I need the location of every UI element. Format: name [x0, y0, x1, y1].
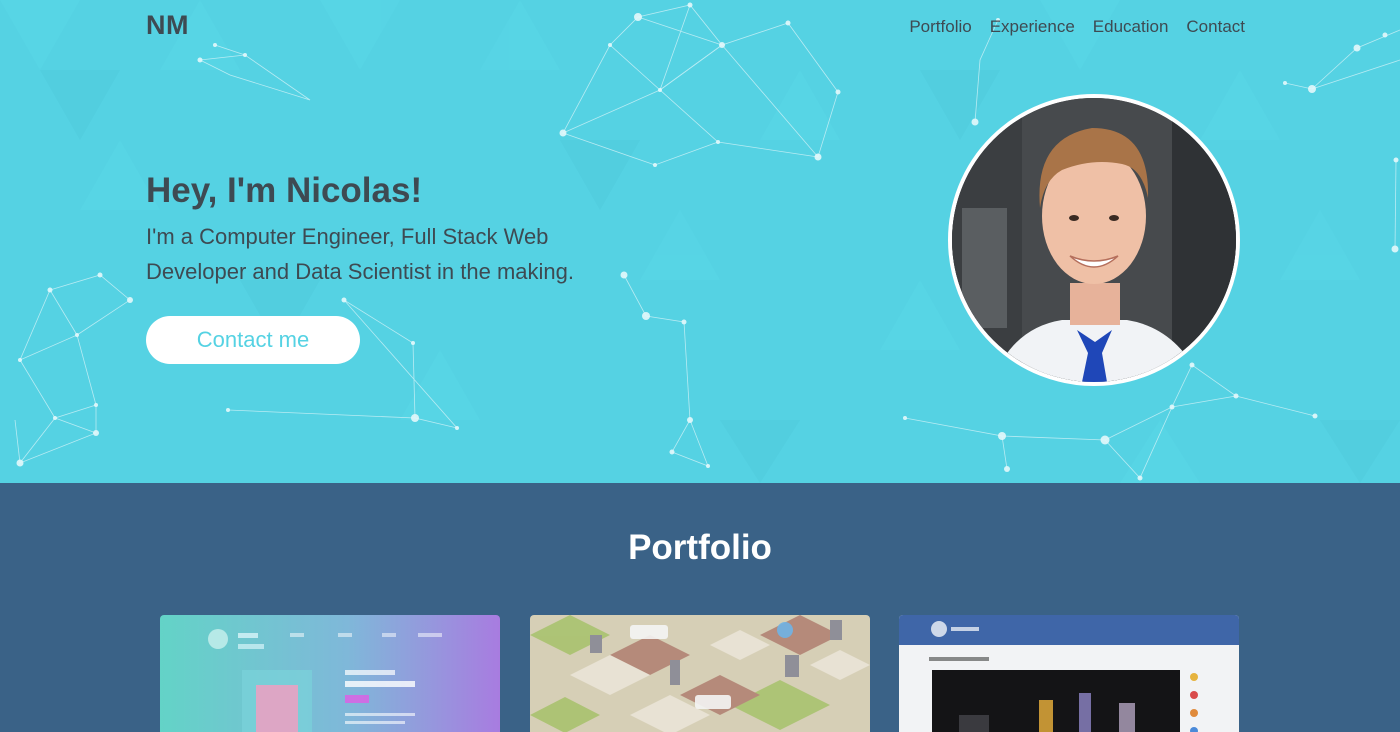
project-thumbnail-3: [899, 615, 1239, 732]
portfolio-card-2[interactable]: [530, 615, 870, 732]
hero-section: NM Portfolio Experience Education Contac…: [0, 0, 1400, 483]
project-thumbnail-2: [530, 615, 870, 732]
nav-item-portfolio[interactable]: Portfolio: [909, 17, 971, 37]
portfolio-card-1[interactable]: [160, 615, 500, 732]
portfolio-title: Portfolio: [628, 528, 772, 567]
nav-item-experience[interactable]: Experience: [990, 17, 1075, 37]
portfolio-card-3[interactable]: [899, 615, 1239, 732]
nav-item-contact[interactable]: Contact: [1186, 17, 1245, 37]
site-logo[interactable]: NM: [146, 10, 189, 41]
nav-item-education[interactable]: Education: [1093, 17, 1169, 37]
hero-subtitle: I'm a Computer Engineer, Full Stack Web …: [146, 224, 575, 284]
profile-photo: [948, 94, 1240, 386]
project-thumbnail-1: [160, 615, 500, 732]
portfolio-section: Portfolio: [0, 483, 1400, 732]
hero-title: Hey, I'm Nicolas!: [146, 171, 423, 210]
main-nav: Portfolio Experience Education Contact: [909, 17, 1245, 37]
contact-me-button[interactable]: Contact me: [146, 316, 360, 364]
